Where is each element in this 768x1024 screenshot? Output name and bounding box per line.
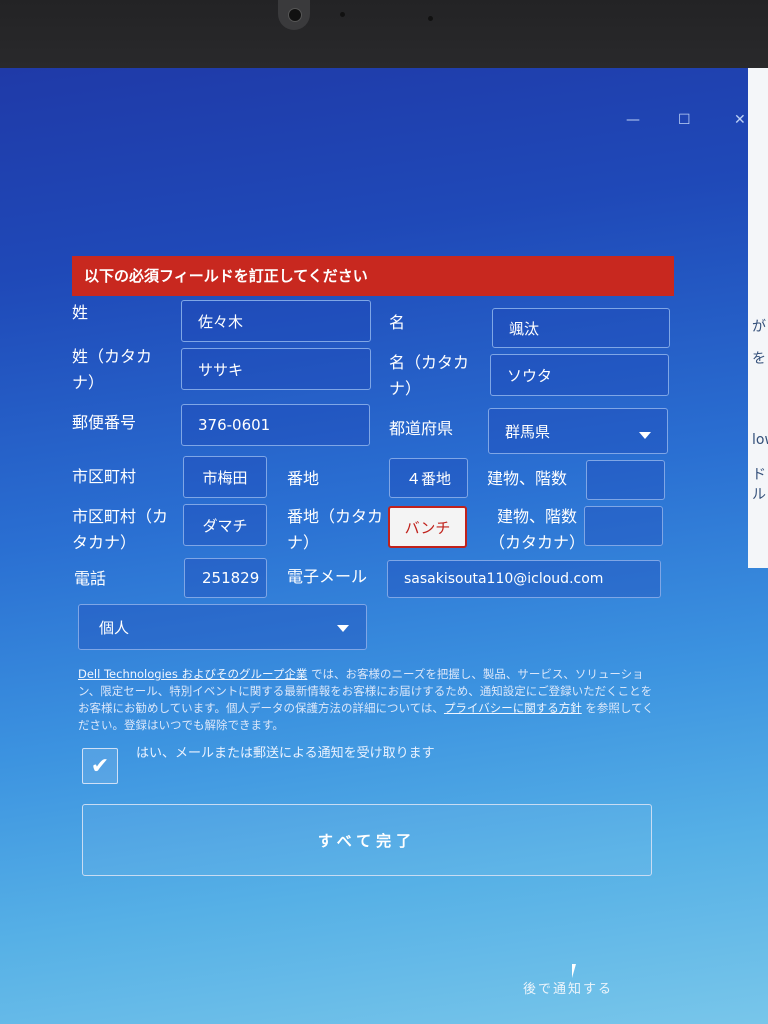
complete-all-button[interactable]: すべて完了 xyxy=(82,804,652,876)
address-label: 番地 xyxy=(287,469,320,488)
building-field[interactable] xyxy=(586,460,665,500)
privacy-policy-link[interactable]: プライバシーに関する方針 xyxy=(444,701,582,715)
first-name-label: 名 xyxy=(389,313,406,332)
postal-code-label: 郵便番号 xyxy=(72,413,137,432)
maximize-button[interactable]: ☐ xyxy=(678,112,691,128)
building-kana-field[interactable] xyxy=(584,506,663,546)
last-name-field[interactable]: 佐々木 xyxy=(181,300,371,342)
first-name-kana-label: 名（カタカナ） xyxy=(389,353,470,398)
address-kana-field-error[interactable]: バンチ xyxy=(388,506,467,548)
customer-type-select[interactable]: 個人 xyxy=(78,604,367,650)
first-name-field[interactable]: 颯汰 xyxy=(492,308,670,348)
email-label: 電子メール xyxy=(287,567,368,586)
notify-later-link[interactable]: 後で通知する xyxy=(523,978,613,997)
city-kana-label: 市区町村（カタカナ） xyxy=(72,507,169,552)
privacy-notice: Dell Technologies およびそのグループ企業 では、お客様のニーズ… xyxy=(78,666,656,734)
city-field[interactable]: 市梅田 xyxy=(183,456,267,498)
prefecture-select[interactable]: 群馬県 xyxy=(488,408,668,454)
prefecture-label: 都道府県 xyxy=(389,419,454,438)
last-name-kana-field[interactable]: ササキ xyxy=(181,348,371,390)
postal-code-field[interactable]: 376-0601 xyxy=(181,404,370,446)
checkmark-icon: ✔ xyxy=(90,753,110,779)
building-label: 建物、階数 xyxy=(487,469,568,488)
side-text: low xyxy=(752,432,768,448)
address-field[interactable]: ４番地 xyxy=(389,458,468,498)
phone-label: 電話 xyxy=(74,569,107,588)
background-window-edge: が を low ドル xyxy=(748,68,768,568)
chevron-down-icon xyxy=(639,432,651,439)
side-text: ドル xyxy=(752,467,766,503)
minimize-button[interactable]: — xyxy=(626,112,640,128)
consent-label: はい、メールまたは郵送による通知を受け取ります xyxy=(136,746,435,761)
sensor-icon xyxy=(340,12,345,17)
first-name-kana-field[interactable]: ソウタ xyxy=(490,354,669,396)
consent-checkbox[interactable]: ✔ xyxy=(82,748,118,784)
side-text: が xyxy=(752,319,766,335)
chevron-down-icon xyxy=(337,625,349,632)
city-label: 市区町村 xyxy=(72,467,137,486)
company-link[interactable]: Dell Technologies およびそのグループ企業 xyxy=(78,667,307,681)
webcam-icon xyxy=(278,0,310,30)
side-text: を xyxy=(752,351,766,367)
sensor-icon xyxy=(428,16,433,21)
phone-field[interactable]: 251829 xyxy=(184,558,267,598)
setup-window: — ☐ ✕ が を low ドル 以下の必須フィールドを訂正してください 姓 佐… xyxy=(0,68,768,1024)
mouse-cursor-icon xyxy=(572,964,576,978)
address-kana-label: 番地（カタカナ） xyxy=(287,507,384,552)
building-kana-label: 建物、階数（カタカナ） xyxy=(488,507,585,552)
close-button[interactable]: ✕ xyxy=(734,112,746,128)
city-kana-field[interactable]: ダマチ xyxy=(183,504,267,546)
last-name-kana-label: 姓（カタカナ） xyxy=(72,347,153,392)
error-banner: 以下の必須フィールドを訂正してください xyxy=(72,256,674,296)
email-field[interactable]: sasakisouta110@icloud.com xyxy=(387,560,661,598)
last-name-label: 姓 xyxy=(72,303,89,322)
